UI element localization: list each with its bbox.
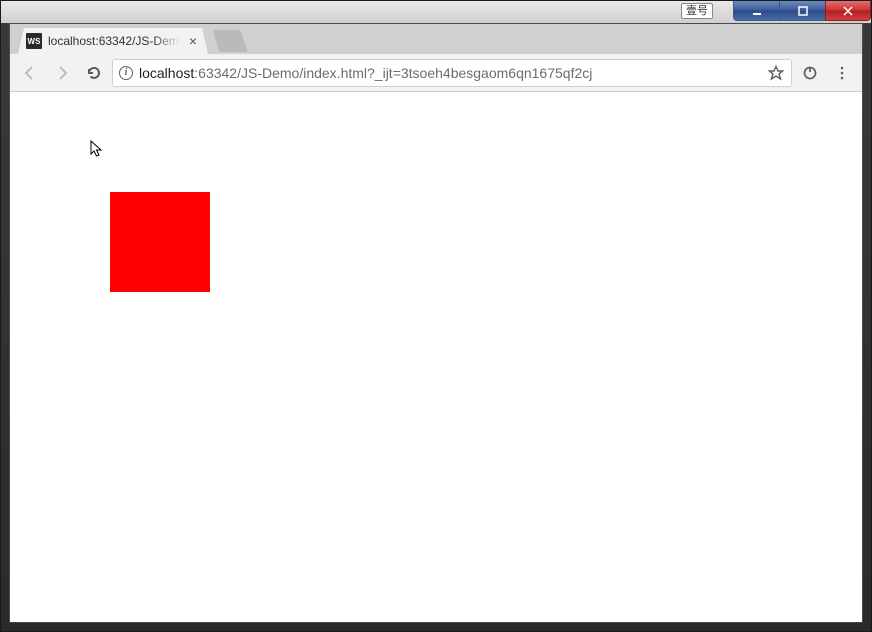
address-bar[interactable]: i localhost:63342/JS-Demo/index.html?_ij… bbox=[112, 59, 792, 87]
tab-title: localhost:63342/JS-Demo bbox=[48, 34, 180, 48]
forward-button[interactable] bbox=[48, 59, 76, 87]
titlebar-tag: 壹号 bbox=[681, 3, 713, 19]
back-button[interactable] bbox=[16, 59, 44, 87]
os-window-frame: 壹号 WS localhost:63342/JS-Demo × bbox=[0, 0, 872, 632]
maximize-button[interactable] bbox=[779, 1, 825, 21]
minimize-button[interactable] bbox=[733, 1, 779, 21]
site-info-icon[interactable]: i bbox=[119, 66, 133, 80]
close-button[interactable] bbox=[825, 1, 871, 21]
new-tab-button[interactable] bbox=[212, 30, 247, 52]
page-viewport[interactable] bbox=[10, 92, 862, 622]
bookmark-star-icon[interactable] bbox=[767, 64, 785, 82]
browser-toolbar: i localhost:63342/JS-Demo/index.html?_ij… bbox=[10, 54, 862, 92]
os-titlebar[interactable]: 壹号 bbox=[1, 1, 871, 23]
url-text: localhost:63342/JS-Demo/index.html?_ijt=… bbox=[139, 65, 761, 81]
reload-button[interactable] bbox=[80, 59, 108, 87]
power-extension-icon[interactable] bbox=[796, 59, 824, 87]
tab-active[interactable]: WS localhost:63342/JS-Demo × bbox=[18, 28, 208, 54]
red-box bbox=[110, 192, 210, 292]
tab-close-icon[interactable]: × bbox=[186, 34, 200, 48]
url-host: localhost bbox=[139, 65, 194, 81]
cursor-icon bbox=[90, 140, 104, 160]
kebab-menu-icon[interactable] bbox=[828, 59, 856, 87]
window-controls bbox=[733, 1, 871, 21]
browser-window: WS localhost:63342/JS-Demo × i localhost… bbox=[9, 23, 863, 623]
tab-strip[interactable]: WS localhost:63342/JS-Demo × bbox=[10, 24, 862, 54]
url-path: :63342/JS-Demo/index.html?_ijt=3tsoeh4be… bbox=[194, 65, 592, 81]
favicon-icon: WS bbox=[26, 33, 42, 49]
